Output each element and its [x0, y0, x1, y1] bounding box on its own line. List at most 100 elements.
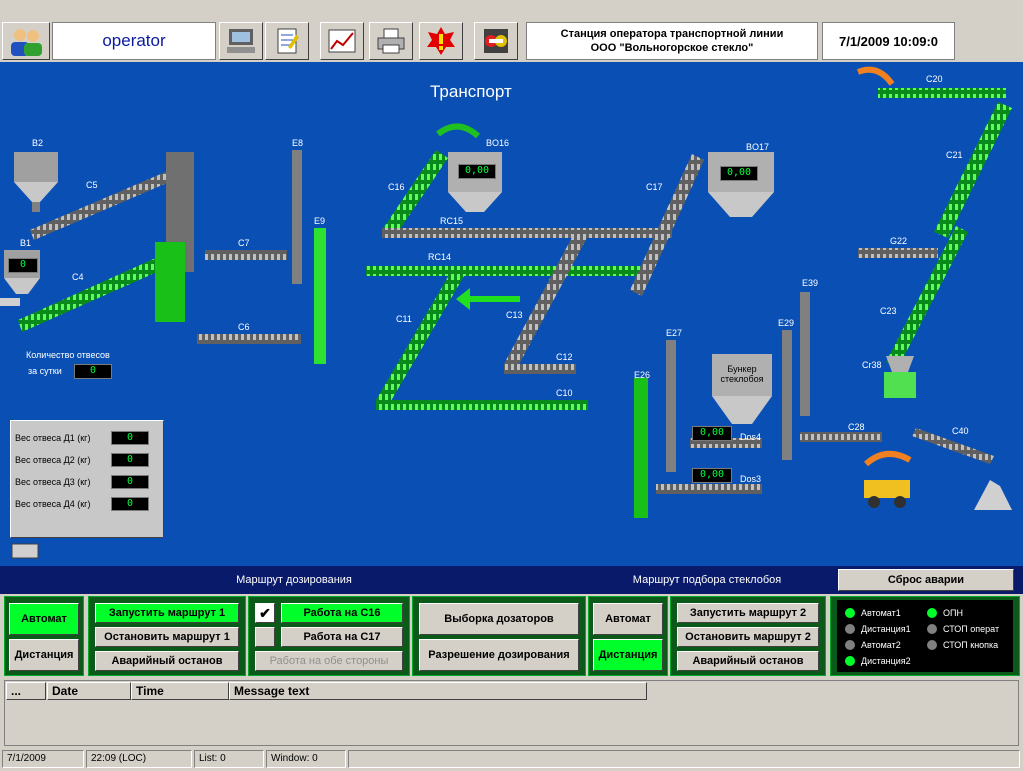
alarm-icon — [427, 27, 455, 55]
column-message-text[interactable]: Message text — [229, 682, 647, 700]
bo17-level: 0,00 — [720, 166, 758, 181]
column-date[interactable]: Date — [47, 682, 131, 700]
conveyor-c4[interactable] — [18, 256, 166, 332]
select-dosers-button[interactable]: Выборка дозаторов — [419, 603, 579, 635]
crusher-cr38[interactable] — [884, 356, 916, 398]
bunker-bo17[interactable] — [708, 152, 774, 217]
start-route1-button[interactable]: Запустить маршрут 1 — [95, 603, 239, 623]
weights-panel: Вес отвеса Д1 (кг) 0 Вес отвеса Д2 (кг) … — [10, 420, 164, 538]
status-label-opn: ОПН — [943, 608, 963, 618]
conveyor-rc15[interactable] — [382, 228, 672, 238]
emergency-stop2-button[interactable]: Аварийный останов — [677, 651, 819, 671]
c16-checkbox[interactable]: ✔ — [255, 603, 275, 623]
c17-checkbox[interactable] — [255, 627, 275, 647]
users-button[interactable] — [2, 22, 50, 60]
conveyor-c23[interactable] — [886, 226, 968, 368]
bunker-bo16[interactable] — [448, 152, 502, 212]
statusbar-list: List: 0 — [194, 750, 264, 768]
feed-arrow-icon — [436, 123, 481, 139]
conveyor-c17[interactable] — [630, 154, 704, 296]
label-c40: C40 — [952, 426, 969, 436]
reset-alarm-button[interactable]: Сброс аварии — [838, 569, 1014, 591]
conveyor-c6[interactable] — [197, 334, 301, 344]
mode1-auto-button[interactable]: Автомат — [9, 603, 79, 635]
statusbar-window: Window: 0 — [266, 750, 346, 768]
message-list[interactable]: ... Date Time Message text — [4, 680, 1019, 746]
print-button[interactable] — [369, 22, 413, 60]
status-lamp-remote1 — [845, 624, 855, 634]
stop-route2-button[interactable]: Остановить маршрут 2 — [677, 627, 819, 647]
label-bo16: BO16 — [486, 138, 510, 148]
conveyor-rc14[interactable] — [366, 266, 642, 276]
label-c10: C10 — [556, 388, 573, 398]
elevator-e8[interactable] — [292, 150, 302, 284]
permit-dosing-button[interactable]: Разрешение дозирования — [419, 639, 579, 671]
tools-icon — [484, 29, 508, 53]
work-both-button[interactable]: Работа на обе стороны — [255, 651, 403, 671]
statusbar-date: 7/1/2009 — [2, 750, 84, 768]
count-label-line1: Количество отвесов — [26, 350, 110, 360]
dosing-panel: Выборка дозаторов Разрешение дозирования — [412, 596, 586, 676]
elevator-e9[interactable] — [314, 228, 326, 364]
bunker-label-line1: Бункер — [727, 364, 757, 374]
label-c13: C13 — [506, 310, 523, 320]
printer-icon — [377, 28, 405, 54]
status-lamp-opn — [927, 608, 937, 618]
trend-button[interactable] — [320, 22, 364, 60]
computer-button[interactable] — [219, 22, 263, 60]
b1-level: 0 — [8, 258, 38, 273]
mode2-remote-button[interactable]: Дистанция — [593, 639, 663, 671]
weight-d3-value: 0 — [111, 475, 149, 489]
report-button[interactable] — [265, 22, 309, 60]
company-name: ООО "Вольногорское стекло" — [590, 42, 754, 54]
route1-panel: Запустить маршрут 1 Остановить маршрут 1… — [88, 596, 246, 676]
crusher-tower-2[interactable] — [155, 242, 185, 322]
status-label-auto2: Автомат2 — [861, 640, 901, 650]
conveyor-c16[interactable] — [382, 150, 448, 238]
elevator-e26[interactable] — [634, 378, 648, 518]
weight-d3-label: Вес отвеса Д3 (кг) — [15, 477, 91, 487]
conveyor-c7[interactable] — [205, 250, 287, 260]
status-lamp-auto1 — [845, 608, 855, 618]
label-b1: B1 — [20, 238, 32, 248]
keyboard-icon[interactable] — [11, 543, 39, 559]
status-label-stop-button: СТОП кнопка — [943, 640, 999, 650]
mode1-remote-button[interactable]: Дистанция — [9, 639, 79, 671]
route2-panel: Запустить маршрут 2 Остановить маршрут 2… — [670, 596, 826, 676]
work-c17-button[interactable]: Работа на C17 — [281, 627, 403, 647]
conveyor-c12[interactable] — [504, 364, 576, 374]
status-label-remote2: Дистанция2 — [861, 656, 911, 666]
alarm-button[interactable] — [419, 22, 463, 60]
start-route2-button[interactable]: Запустить маршрут 2 — [677, 603, 819, 623]
conveyor-c10[interactable] — [376, 400, 588, 410]
weight-d4-label: Вес отвеса Д4 (кг) — [15, 499, 91, 509]
hopper-b2[interactable] — [14, 152, 58, 212]
station-name: Станция оператора транспортной линии — [560, 28, 784, 40]
conveyor-c28[interactable] — [800, 432, 882, 442]
trend-chart-icon — [328, 29, 356, 53]
stop-route1-button[interactable]: Остановить маршрут 1 — [95, 627, 239, 647]
label-dos4: Dos4 — [740, 432, 762, 442]
top-toolbar: operator Станция оператора транспортной … — [0, 0, 1023, 62]
conveyor-c11[interactable] — [376, 270, 464, 406]
mode2-panel: Автомат Дистанция — [588, 596, 668, 676]
emergency-stop1-button[interactable]: Аварийный останов — [95, 651, 239, 671]
clock: 7/1/2009 10:09:0 — [822, 22, 955, 60]
label-e27: E27 — [666, 328, 683, 338]
tools-button[interactable] — [474, 22, 518, 60]
label-rc14: RC14 — [428, 252, 452, 262]
work-c16-button[interactable]: Работа на C16 — [281, 603, 403, 623]
column-time[interactable]: Time — [131, 682, 229, 700]
scheme-title: Транспорт — [430, 82, 512, 101]
conveyor-c20[interactable] — [878, 88, 1006, 98]
mode2-auto-button[interactable]: Автомат — [593, 603, 663, 635]
cullet-pile-icon — [974, 480, 1012, 510]
conveyor-c21[interactable] — [934, 102, 1012, 238]
conveyor-dos3[interactable] — [656, 484, 762, 494]
elevator-e29[interactable] — [782, 330, 792, 460]
elevator-e39[interactable] — [800, 292, 810, 416]
conveyor-g22[interactable] — [858, 248, 938, 258]
elevator-e27[interactable] — [666, 340, 676, 472]
label-c12: C12 — [556, 352, 573, 362]
column-menu[interactable]: ... — [6, 682, 46, 700]
